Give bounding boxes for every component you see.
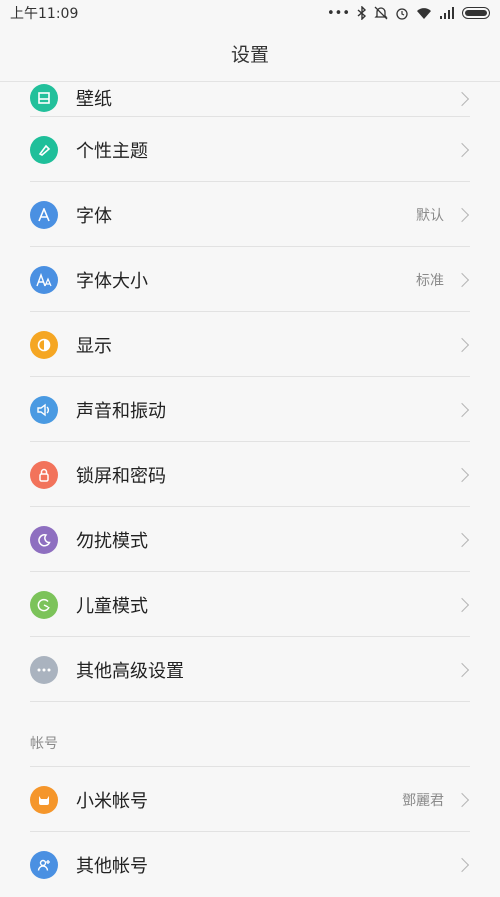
chevron-right-icon: [460, 208, 470, 218]
chevron-right-icon: [460, 273, 470, 283]
status-icons: •••: [327, 6, 490, 21]
chevron-right-icon: [460, 533, 470, 543]
status-bar: 上午11:09 •••: [0, 0, 500, 26]
settings-item-value: 标准: [416, 272, 444, 289]
child-mode-icon: [30, 590, 58, 619]
title-bar: 设置: [0, 26, 500, 82]
settings-item-label: 锁屏和密码: [76, 465, 166, 487]
settings-item-label: 字体: [76, 205, 112, 227]
settings-item-advanced[interactable]: 其他高级设置: [0, 637, 500, 702]
font-size-icon: [30, 265, 58, 294]
settings-item-label: 儿童模式: [76, 595, 148, 617]
more-settings-icon: [30, 655, 58, 684]
chevron-right-icon: [460, 858, 470, 868]
signal-icon: [440, 7, 454, 19]
settings-item-display[interactable]: 显示: [0, 312, 500, 377]
battery-icon: [462, 7, 490, 19]
settings-item-sound[interactable]: 声音和振动: [0, 377, 500, 442]
settings-item-value: 默认: [416, 207, 444, 224]
chevron-right-icon: [460, 338, 470, 348]
settings-item-label: 其他高级设置: [76, 660, 184, 682]
wifi-icon: [417, 8, 431, 19]
wallpaper-icon: [30, 83, 58, 112]
settings-list: 壁纸 个性主题 字体 默认 字体大小 标准 显示 声音和振动 锁屏和密码 勿扰模…: [0, 82, 500, 897]
section-title: 帐号: [30, 736, 58, 752]
moon-icon: [30, 525, 58, 554]
status-time: 上午11:09: [10, 6, 79, 22]
settings-item-do-not-disturb[interactable]: 勿扰模式: [0, 507, 500, 572]
chevron-right-icon: [460, 92, 470, 102]
page-title: 设置: [230, 44, 269, 66]
settings-item-value: 鄧麗君: [402, 792, 444, 809]
chevron-right-icon: [460, 143, 470, 153]
settings-item-label: 小米帐号: [76, 790, 148, 812]
settings-item-label: 显示: [76, 335, 112, 357]
chevron-right-icon: [460, 793, 470, 803]
settings-item-font[interactable]: 字体 默认: [0, 182, 500, 247]
display-icon: [30, 330, 58, 359]
settings-item-label: 勿扰模式: [76, 530, 148, 552]
chevron-right-icon: [460, 403, 470, 413]
other-account-icon: [30, 850, 58, 879]
chevron-right-icon: [460, 598, 470, 608]
font-icon: [30, 200, 58, 229]
chevron-right-icon: [460, 663, 470, 673]
sound-icon: [30, 395, 58, 424]
settings-item-child-mode[interactable]: 儿童模式: [0, 572, 500, 637]
more-icon: •••: [326, 5, 350, 21]
settings-item-wallpaper[interactable]: 壁纸: [0, 82, 500, 117]
settings-item-label: 壁纸: [76, 89, 112, 110]
settings-item-label: 个性主题: [76, 140, 148, 162]
section-header-account: 帐号: [0, 702, 500, 767]
alarm-icon: [396, 8, 408, 20]
mi-account-icon: [30, 785, 58, 814]
settings-item-other-accounts[interactable]: 其他帐号: [0, 832, 500, 897]
settings-item-theme[interactable]: 个性主题: [0, 117, 500, 182]
settings-item-font-size[interactable]: 字体大小 标准: [0, 247, 500, 312]
lock-icon: [30, 460, 58, 489]
settings-item-label: 声音和振动: [76, 400, 166, 422]
settings-item-lock-screen[interactable]: 锁屏和密码: [0, 442, 500, 507]
settings-item-label: 字体大小: [76, 270, 148, 292]
settings-item-label: 其他帐号: [76, 855, 148, 877]
bluetooth-icon: [357, 6, 367, 20]
chevron-right-icon: [460, 468, 470, 478]
mute-icon: [374, 6, 388, 20]
theme-icon: [30, 135, 58, 164]
settings-item-mi-account[interactable]: 小米帐号 鄧麗君: [0, 767, 500, 832]
